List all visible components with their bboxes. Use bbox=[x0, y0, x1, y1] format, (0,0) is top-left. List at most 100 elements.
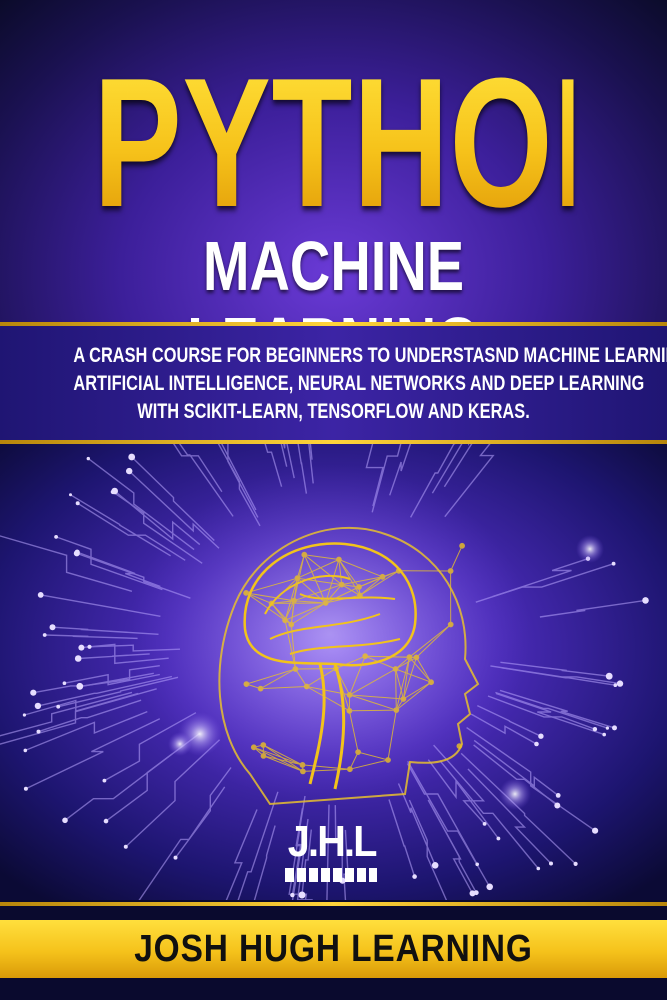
circuit-node bbox=[110, 489, 116, 495]
circuit-node bbox=[22, 713, 26, 717]
circuit-node bbox=[602, 732, 606, 737]
network-node bbox=[282, 617, 289, 624]
tagline-band: A CRASH COURSE FOR BEGINNERS TO UNDERSTA… bbox=[0, 326, 667, 440]
network-node bbox=[459, 542, 466, 549]
publisher-logo: J.H.L bbox=[283, 816, 379, 888]
circuit-node bbox=[486, 883, 494, 891]
circuit-node bbox=[482, 822, 487, 826]
circuit-node bbox=[592, 727, 598, 732]
circuit-node bbox=[49, 624, 56, 631]
tagline-line-1: A CRASH COURSE FOR BEGINNERS TO UNDERSTA… bbox=[73, 344, 667, 367]
circuit-node bbox=[431, 862, 439, 869]
circuit-node bbox=[475, 862, 480, 867]
network-node bbox=[338, 581, 345, 588]
circuit-node bbox=[102, 778, 107, 783]
network-node bbox=[362, 653, 369, 660]
network-node bbox=[392, 666, 399, 672]
network-link bbox=[349, 709, 397, 712]
circuit-node bbox=[611, 561, 616, 566]
network-node bbox=[355, 749, 362, 756]
title-block: PYTHON MACHINE LEARNING bbox=[0, 0, 667, 380]
circuit-node bbox=[37, 592, 44, 598]
circuit-node bbox=[554, 802, 561, 809]
circuit-node bbox=[496, 836, 501, 841]
circuit-node bbox=[126, 467, 133, 475]
circuit-node bbox=[298, 891, 306, 899]
circuit-node bbox=[549, 861, 553, 866]
circuit-node bbox=[592, 827, 599, 834]
circuit-node bbox=[75, 501, 80, 506]
circuit-node bbox=[56, 704, 61, 709]
network-node bbox=[385, 757, 391, 763]
network-node bbox=[447, 568, 454, 574]
network-link bbox=[395, 668, 397, 711]
book-cover: PYTHON MACHINE LEARNING A CRASH COURSE F… bbox=[0, 0, 667, 1000]
circuit-node bbox=[538, 733, 544, 739]
circuit-node bbox=[36, 729, 41, 734]
author-footer: JOSH HUGH LEARNING bbox=[0, 906, 667, 1000]
circuit-node bbox=[74, 549, 80, 555]
circuit-node bbox=[62, 817, 68, 824]
circuit-node bbox=[78, 644, 85, 651]
network-node bbox=[393, 707, 400, 714]
circuit-node bbox=[69, 493, 72, 497]
circuit-node bbox=[123, 844, 128, 849]
circuit-node bbox=[573, 861, 578, 866]
circuit-node bbox=[54, 535, 58, 539]
network-node bbox=[243, 681, 250, 688]
network-node bbox=[346, 692, 353, 698]
circuit-node bbox=[605, 726, 610, 730]
circuit-node bbox=[103, 818, 109, 824]
circuit-node bbox=[30, 689, 37, 696]
network-node bbox=[456, 743, 463, 750]
circuit-node bbox=[642, 597, 649, 604]
network-node bbox=[294, 575, 301, 582]
circuit-node bbox=[34, 702, 42, 710]
network-node bbox=[268, 600, 275, 607]
network-node bbox=[347, 766, 353, 773]
network-node bbox=[357, 592, 363, 599]
network-node bbox=[257, 685, 264, 692]
circuit-node bbox=[412, 874, 417, 879]
circuit-node bbox=[473, 890, 479, 896]
circuit-node bbox=[613, 683, 618, 687]
circuit-node bbox=[555, 793, 561, 798]
network-node bbox=[301, 551, 308, 558]
network-node bbox=[333, 665, 339, 672]
circuit-node bbox=[42, 633, 47, 637]
tagline-line-2: ARTIFICIAL INTELLIGENCE, NEURAL NETWORKS… bbox=[73, 372, 645, 395]
circuit-node bbox=[86, 456, 91, 461]
circuit-node bbox=[23, 748, 28, 753]
network-node bbox=[300, 768, 306, 775]
network-node bbox=[428, 679, 435, 686]
publisher-logo-text: J.H.L bbox=[287, 817, 378, 866]
circuit-node bbox=[605, 672, 613, 680]
circuit-node bbox=[534, 741, 539, 747]
network-node bbox=[406, 654, 413, 661]
network-node bbox=[395, 567, 402, 574]
network-node bbox=[303, 683, 310, 690]
network-node bbox=[288, 621, 295, 628]
network-node bbox=[322, 600, 329, 606]
circuit-node bbox=[612, 725, 617, 731]
book-title: PYTHON bbox=[93, 39, 650, 245]
network-node bbox=[346, 707, 353, 714]
network-node bbox=[299, 762, 306, 768]
tagline-line-3: WITH SCIKIT-LEARN, TENSORFLOW AND KERAS. bbox=[137, 400, 530, 423]
circuit-node bbox=[128, 453, 136, 461]
circuit-node bbox=[290, 892, 295, 898]
circuit-node bbox=[87, 644, 92, 649]
circuit-node bbox=[23, 786, 28, 791]
network-node bbox=[400, 696, 407, 702]
network-node bbox=[250, 744, 257, 751]
circuit-node bbox=[62, 681, 67, 685]
network-node bbox=[447, 621, 454, 628]
network-node bbox=[292, 666, 299, 672]
circuit-node bbox=[616, 680, 624, 687]
network-node bbox=[260, 753, 267, 759]
network-node bbox=[336, 556, 342, 563]
publisher-logo-base bbox=[285, 868, 377, 882]
circuit-node bbox=[74, 655, 82, 662]
network-node bbox=[413, 654, 420, 661]
network-node bbox=[260, 742, 267, 748]
